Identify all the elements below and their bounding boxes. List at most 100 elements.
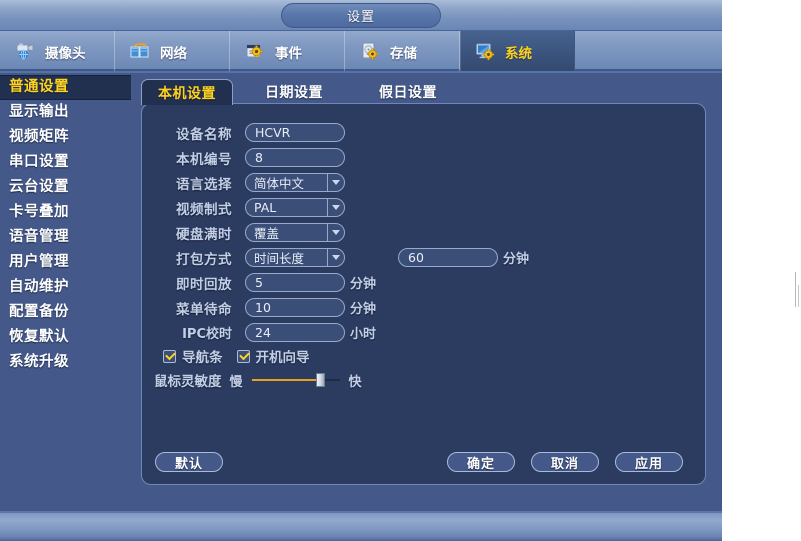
cancel-button[interactable]: 取消 — [531, 452, 599, 472]
mouse-sensitivity-fast-label: 快 — [348, 374, 362, 390]
sidebar-item-label: 卡号叠加 — [9, 204, 69, 220]
apply-button[interactable]: 应用 — [615, 452, 683, 472]
ipc-time-sync-unit: 小时 — [350, 327, 377, 342]
language-label: 语言选择 — [176, 176, 232, 193]
storage-icon — [359, 40, 381, 62]
defaults-button-label: 默认 — [174, 456, 203, 472]
startup-wizard-checkbox[interactable] — [236, 349, 250, 363]
main-nav: 摄像头 网络 事件 存储 系统 — [0, 31, 722, 71]
nav-item-camera-label: 摄像头 — [45, 46, 86, 62]
row-device-name: 设备名称 HCVR — [150, 121, 345, 144]
sidebar-item-label: 恢复默认 — [9, 329, 69, 345]
defaults-button[interactable]: 默认 — [155, 452, 223, 472]
device-name-label: 设备名称 — [176, 126, 232, 143]
nav-item-network[interactable]: 网络 — [115, 31, 230, 71]
nav-item-camera[interactable]: 摄像头 — [0, 31, 115, 71]
pack-duration-unit: 分钟 — [503, 252, 530, 267]
sidebar-item-label: 语音管理 — [9, 229, 69, 245]
tab-date-settings[interactable]: 日期设置 — [249, 79, 339, 105]
footer-bar — [0, 513, 722, 541]
screen-artifact — [795, 272, 796, 307]
slider-handle[interactable] — [315, 373, 325, 387]
tab-holiday-settings[interactable]: 假日设置 — [363, 79, 453, 105]
mouse-sensitivity-slow-label: 慢 — [229, 374, 243, 390]
row-ipc-time-sync: IPC校时 24 小时 — [150, 321, 376, 344]
tab-label: 日期设置 — [265, 85, 323, 101]
row-video-standard: 视频制式 PAL — [150, 196, 345, 219]
nav-item-network-label: 网络 — [160, 46, 187, 62]
ok-button[interactable]: 确定 — [447, 452, 515, 472]
row-pack-mode: 打包方式 时间长度 — [150, 246, 345, 269]
row-mouse-sensitivity: 鼠标灵敏度 慢 快 — [154, 370, 362, 390]
row-device-no: 本机编号 8 — [150, 146, 345, 169]
nav-item-event[interactable]: 事件 — [230, 31, 345, 71]
hdd-full-value: 覆盖 — [254, 226, 280, 241]
hdd-full-select[interactable]: 覆盖 — [245, 223, 345, 242]
sidebar-item-label: 云台设置 — [9, 179, 69, 195]
device-no-input[interactable]: 8 — [245, 148, 345, 167]
settings-window: 设置 摄像头 网络 事件 存储 系统 普通设置 显示输出 视频矩阵 串口设置 云… — [0, 0, 722, 541]
nav-item-system-label: 系统 — [505, 46, 532, 62]
ipc-time-sync-input[interactable]: 24 — [245, 323, 345, 342]
sidebar-item-config-backup[interactable]: 配置备份 — [0, 300, 131, 325]
nav-bar-label: 导航条 — [182, 350, 223, 366]
window-title: 设置 — [281, 3, 441, 28]
camera-icon — [14, 40, 36, 62]
nav-item-storage-label: 存储 — [390, 46, 417, 62]
chevron-down-icon — [327, 174, 344, 191]
sidebar-item-label: 视频矩阵 — [9, 129, 69, 145]
tab-local-settings[interactable]: 本机设置 — [141, 79, 233, 105]
menu-standby-input[interactable]: 10 — [245, 298, 345, 317]
startup-wizard-label: 开机向导 — [255, 350, 310, 366]
sidebar-item-voice[interactable]: 语音管理 — [0, 225, 131, 250]
instant-playback-label: 即时回放 — [176, 276, 232, 293]
cancel-button-label: 取消 — [550, 456, 579, 472]
settings-panel: 设备名称 HCVR 本机编号 8 语言选择 简体中文 视频制式 PAL 硬盘满时… — [141, 103, 706, 485]
sidebar-item-label: 用户管理 — [9, 254, 69, 270]
menu-standby-unit: 分钟 — [350, 302, 377, 317]
sidebar-item-auto-maintain[interactable]: 自动维护 — [0, 275, 131, 300]
mouse-sensitivity-slider[interactable] — [251, 373, 340, 387]
sidebar-item-restore-default[interactable]: 恢复默认 — [0, 325, 131, 350]
sidebar-item-general[interactable]: 普通设置 — [0, 75, 131, 100]
nav-item-event-label: 事件 — [275, 46, 302, 62]
row-hdd-full: 硬盘满时 覆盖 — [150, 221, 345, 244]
language-value: 简体中文 — [254, 176, 305, 191]
instant-playback-unit: 分钟 — [350, 277, 377, 292]
tab-bar: 本机设置 日期设置 假日设置 — [141, 78, 453, 105]
pack-mode-select[interactable]: 时间长度 — [245, 248, 345, 267]
sidebar-item-account[interactable]: 用户管理 — [0, 250, 131, 275]
row-pack-duration: 60 分钟 — [398, 246, 529, 269]
nav-item-storage[interactable]: 存储 — [345, 31, 460, 71]
video-standard-label: 视频制式 — [176, 201, 232, 218]
hdd-full-label: 硬盘满时 — [176, 226, 232, 243]
nav-item-system[interactable]: 系统 — [460, 31, 575, 71]
sidebar-item-system-upgrade[interactable]: 系统升级 — [0, 350, 131, 375]
sidebar-item-label: 自动维护 — [9, 279, 69, 295]
nav-bar-checkbox[interactable] — [163, 349, 176, 363]
language-select[interactable]: 简体中文 — [245, 173, 345, 192]
row-menu-standby: 菜单待命 10 分钟 — [150, 296, 376, 319]
sidebar-item-label: 串口设置 — [9, 154, 69, 170]
apply-button-label: 应用 — [634, 456, 663, 472]
instant-playback-input[interactable]: 5 — [245, 273, 345, 292]
sidebar-item-serial-port[interactable]: 串口设置 — [0, 150, 131, 175]
device-name-input[interactable]: HCVR — [245, 123, 345, 142]
content-area: 本机设置 日期设置 假日设置 设备名称 HCVR 本机编号 8 语言选择 简体中… — [131, 73, 722, 513]
sidebar-item-display[interactable]: 显示输出 — [0, 100, 131, 125]
sidebar-item-label: 显示输出 — [9, 104, 69, 120]
device-no-label: 本机编号 — [176, 151, 232, 168]
sidebar-item-label: 配置备份 — [9, 304, 69, 320]
sidebar-item-ptz[interactable]: 云台设置 — [0, 175, 131, 200]
video-standard-select[interactable]: PAL — [245, 198, 345, 217]
video-standard-value: PAL — [254, 200, 277, 215]
pack-duration-input[interactable]: 60 — [398, 248, 498, 267]
row-instant-playback: 即时回放 5 分钟 — [150, 271, 376, 294]
tab-label: 假日设置 — [379, 85, 437, 101]
chevron-down-icon — [327, 224, 344, 241]
chevron-down-icon — [327, 199, 344, 216]
sidebar-item-label: 普通设置 — [9, 79, 69, 95]
sidebar-item-card-overlay[interactable]: 卡号叠加 — [0, 200, 131, 225]
sidebar-item-video-matrix[interactable]: 视频矩阵 — [0, 125, 131, 150]
system-icon — [474, 40, 496, 62]
